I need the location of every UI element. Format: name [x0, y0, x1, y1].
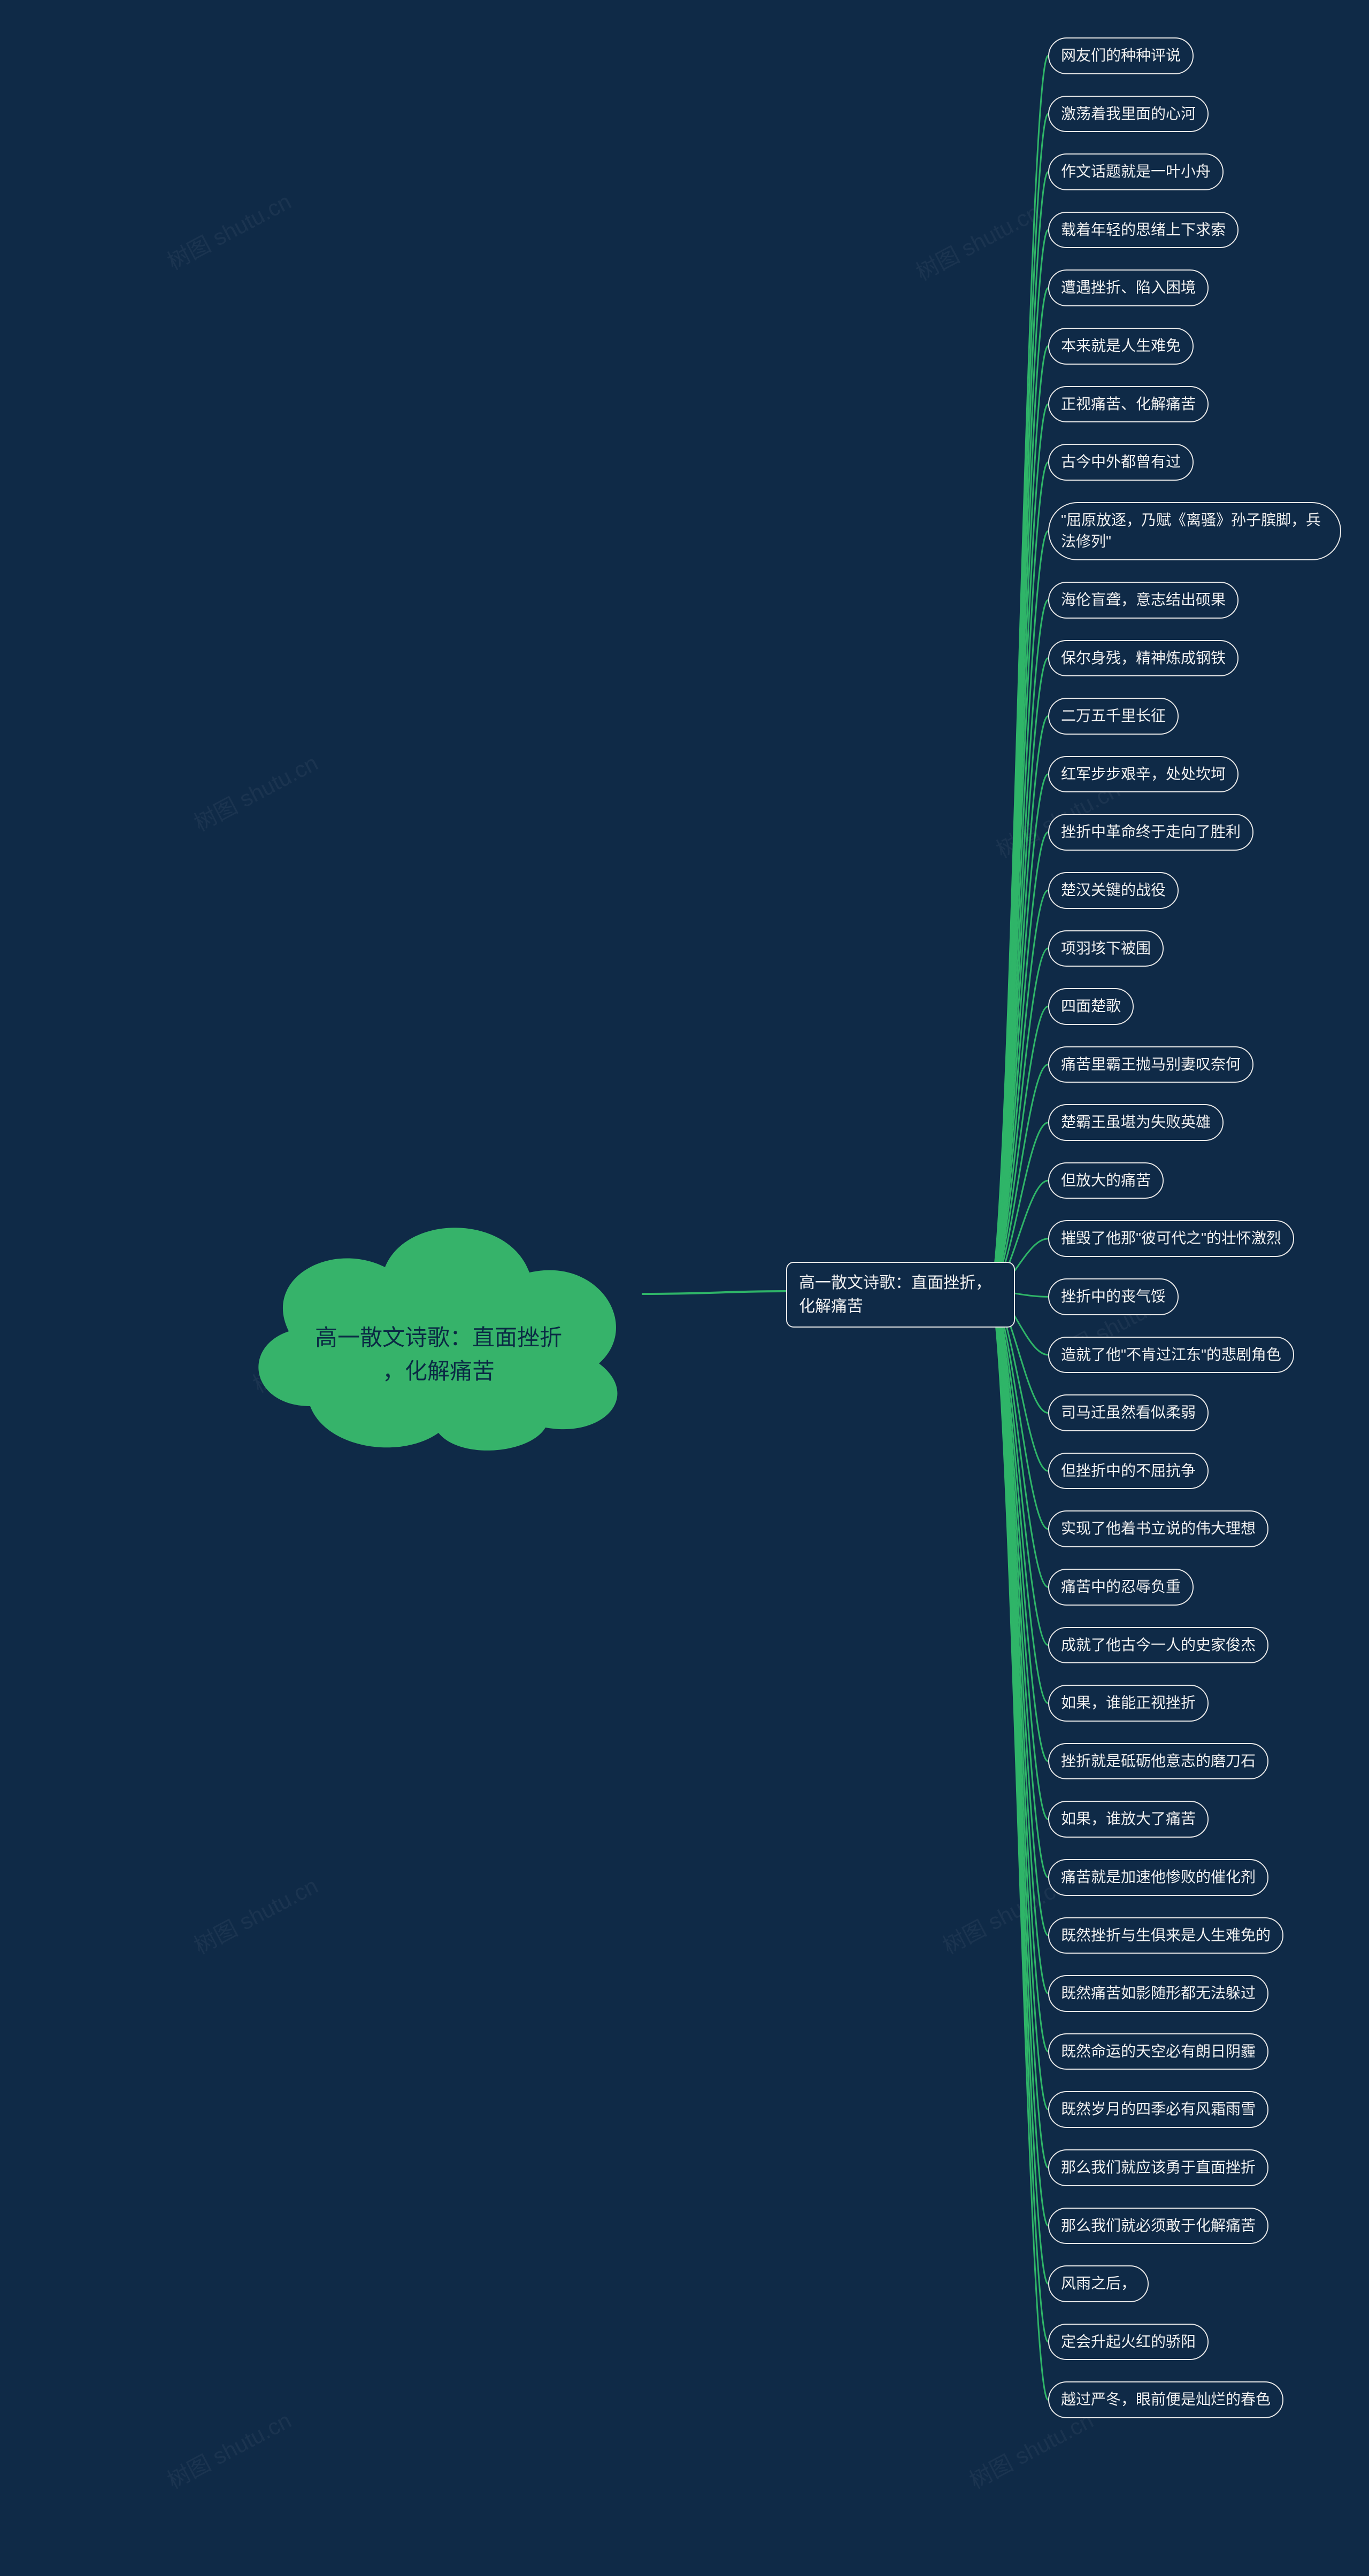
leaf-column: 网友们的种种评说激荡着我里面的心河作文话题就是一叶小舟载着年轻的思绪上下求索遭遇… — [1048, 37, 1341, 2418]
leaf-node[interactable]: 既然岁月的四季必有风霜雨雪 — [1048, 2091, 1268, 2128]
leaf-node[interactable]: 定会升起火红的骄阳 — [1048, 2324, 1209, 2361]
leaf-node[interactable]: 痛苦就是加速他惨败的催化剂 — [1048, 1859, 1268, 1896]
leaf-node[interactable]: 海伦盲聋，意志结出硕果 — [1048, 582, 1239, 619]
leaf-node[interactable]: 但挫折中的不屈抗争 — [1048, 1453, 1209, 1490]
leaf-node[interactable]: 古今中外都曾有过 — [1048, 444, 1194, 481]
leaf-node[interactable]: 成就了他古今一人的史家俊杰 — [1048, 1627, 1268, 1664]
topic-node[interactable]: 高一散文诗歌：直面挫折，化解痛苦 — [786, 1262, 1015, 1328]
leaf-node[interactable]: 那么我们就必须敢于化解痛苦 — [1048, 2208, 1268, 2245]
root-node[interactable]: 高一散文诗歌：直面挫折 ，化解痛苦 — [230, 1182, 647, 1460]
leaf-node[interactable]: 实现了他着书立说的伟大理想 — [1048, 1510, 1268, 1547]
leaf-node[interactable]: 挫折中的丧气馁 — [1048, 1278, 1179, 1315]
leaf-node[interactable]: 痛苦里霸王抛马别妻叹奈何 — [1048, 1046, 1253, 1083]
leaf-node[interactable]: 四面楚歌 — [1048, 988, 1134, 1025]
leaf-node[interactable]: 如果，谁放大了痛苦 — [1048, 1801, 1209, 1838]
leaf-node[interactable]: 网友们的种种评说 — [1048, 37, 1194, 74]
leaf-node[interactable]: 遭遇挫折、陷入困境 — [1048, 269, 1209, 306]
leaf-node[interactable]: 保尔身残，精神炼成钢铁 — [1048, 640, 1239, 677]
leaf-node[interactable]: 既然挫折与生俱来是人生难免的 — [1048, 1917, 1283, 1954]
leaf-node[interactable]: 项羽垓下被围 — [1048, 930, 1164, 967]
topic-label: 高一散文诗歌：直面挫折，化解痛苦 — [799, 1274, 991, 1315]
leaf-node[interactable]: 楚汉关键的战役 — [1048, 872, 1179, 909]
leaf-node[interactable]: 但放大的痛苦 — [1048, 1162, 1164, 1199]
leaf-node[interactable]: 本来就是人生难免 — [1048, 328, 1194, 365]
leaf-node[interactable]: 风雨之后， — [1048, 2265, 1149, 2302]
leaf-node[interactable]: 如果，谁能正视挫折 — [1048, 1685, 1209, 1722]
leaf-node[interactable]: 红军步步艰辛，处处坎坷 — [1048, 756, 1239, 793]
leaf-node[interactable]: 载着年轻的思绪上下求索 — [1048, 212, 1239, 249]
leaf-node[interactable]: 司马迁虽然看似柔弱 — [1048, 1394, 1209, 1431]
leaf-node[interactable]: 二万五千里长征 — [1048, 698, 1179, 735]
leaf-node[interactable]: 越过严冬，眼前便是灿烂的春色 — [1048, 2381, 1283, 2418]
leaf-node[interactable]: 楚霸王虽堪为失败英雄 — [1048, 1104, 1224, 1141]
leaf-node[interactable]: 挫折就是砥砺他意志的磨刀石 — [1048, 1743, 1268, 1780]
watermark: 树图 shutu.cn — [910, 195, 1045, 287]
leaf-node[interactable]: 痛苦中的忍辱负重 — [1048, 1569, 1194, 1606]
watermark: 树图 shutu.cn — [161, 2403, 296, 2495]
leaf-node[interactable]: 摧毁了他那"彼可代之"的壮怀激烈 — [1048, 1220, 1294, 1257]
leaf-node[interactable]: 作文话题就是一叶小舟 — [1048, 153, 1224, 190]
watermark: 树图 shutu.cn — [161, 184, 296, 276]
leaf-node[interactable]: 正视痛苦、化解痛苦 — [1048, 386, 1209, 423]
leaf-node[interactable]: 挫折中革命终于走向了胜利 — [1048, 814, 1253, 851]
leaf-node[interactable]: 激荡着我里面的心河 — [1048, 96, 1209, 133]
watermark: 树图 shutu.cn — [188, 745, 323, 838]
leaf-node[interactable]: "屈原放逐，乃赋《离骚》孙子膑脚，兵法修列" — [1048, 502, 1341, 560]
mindmap-canvas: 树图 shutu.cn 树图 shutu.cn 树图 shutu.cn 树图 s… — [0, 0, 1369, 2576]
leaf-node[interactable]: 那么我们就应该勇于直面挫折 — [1048, 2149, 1268, 2186]
leaf-node[interactable]: 造就了他"不肯过江东"的悲剧角色 — [1048, 1337, 1294, 1374]
leaf-node[interactable]: 既然命运的天空必有朗日阴霾 — [1048, 2033, 1268, 2070]
leaf-node[interactable]: 既然痛苦如影随形都无法躲过 — [1048, 1975, 1268, 2012]
watermark: 树图 shutu.cn — [188, 1868, 323, 1961]
